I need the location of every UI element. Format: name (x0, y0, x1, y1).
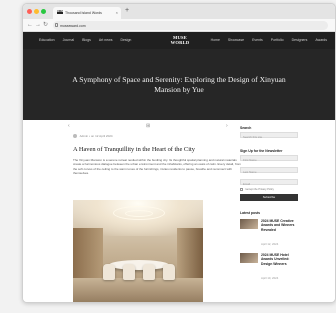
tab-title: Thousand Island Words (65, 11, 102, 15)
subscribe-button[interactable]: Subscribe (240, 194, 298, 202)
logo-line-2: WORLD (170, 40, 190, 45)
back-icon[interactable]: ← (27, 21, 33, 29)
grid-icon[interactable]: ⊞ (146, 123, 150, 129)
interior-photo (73, 200, 203, 302)
search-input[interactable]: Search this site (240, 132, 298, 139)
nav-link[interactable]: Awards (315, 38, 327, 42)
nav-link[interactable]: Blogs (82, 38, 91, 42)
reload-icon[interactable]: ↻ (43, 21, 48, 29)
chair (143, 264, 155, 280)
nav-link[interactable]: Design (120, 38, 131, 42)
nav-link[interactable]: Home (211, 38, 220, 42)
hero-banner: A Symphony of Space and Serenity: Explor… (23, 49, 335, 120)
floor (73, 278, 203, 302)
sidebar: Search Search this site Sign Up for the … (240, 126, 332, 283)
post-meta-text: Admin • on 12 April 2024 (79, 134, 113, 138)
consent-checkbox[interactable] (240, 188, 243, 191)
post-meta: Admin • on 12 April 2024 (73, 134, 113, 139)
forward-icon[interactable]: → (35, 21, 41, 29)
dining-table (109, 260, 169, 270)
maximize-window-button[interactable] (41, 9, 46, 14)
recent-post[interactable]: 2024 MUSE Creative Awards and Winners Re… (240, 219, 332, 249)
site-favicon: MUSE (57, 10, 65, 14)
minimize-window-button[interactable] (34, 9, 39, 14)
article-body: The Xinyuan Mansion is a serene retreat … (73, 158, 241, 175)
main-content: ‹ ⊞ › Admin • on 12 April 2024 A Haven o… (23, 120, 335, 302)
email-field[interactable]: Email (240, 179, 298, 186)
close-window-button[interactable] (27, 9, 32, 14)
recent-post-date: April 12, 2024 (261, 242, 279, 247)
newsletter-label: Sign Up for the Newsletter (240, 149, 283, 153)
recent-post-title[interactable]: 2024 MUSE Hotel Awards Unveiled: Design … (261, 253, 301, 266)
nav-link[interactable]: Journal (63, 38, 74, 42)
chair (163, 264, 175, 280)
url-text: museaward.com (60, 24, 86, 28)
url-field[interactable]: museaward.com (53, 21, 328, 30)
recent-post[interactable]: 2024 MUSE Hotel Awards Unveiled: Design … (240, 253, 332, 283)
author-avatar (73, 134, 77, 139)
lock-icon (55, 23, 58, 27)
site-logo[interactable]: MUSE WORLD (169, 35, 191, 45)
latest-posts-label: Latest posts (240, 211, 260, 216)
recent-post-thumbnail[interactable] (240, 253, 258, 264)
consent-label: I accept the Privacy Policy (244, 188, 274, 192)
nav-link[interactable]: Art news (99, 38, 113, 42)
nav-link[interactable]: Education (39, 38, 55, 42)
recent-post-thumbnail[interactable] (240, 219, 258, 230)
nav-right-links: Home Showcase Events Portfolio Designers… (211, 38, 327, 42)
site-navigation: Education Journal Blogs Art news Design … (23, 32, 335, 49)
browser-tab[interactable]: MUSE Thousand Island Words × (53, 7, 121, 19)
last-name-field[interactable]: Last Name (240, 167, 298, 174)
new-tab-button[interactable]: + (125, 7, 129, 15)
recent-post-date: April 10, 2024 (261, 276, 279, 281)
wall-left (73, 228, 103, 283)
nav-link[interactable]: Showcase (228, 38, 244, 42)
nav-left-links: Education Journal Blogs Art news Design (39, 38, 131, 42)
ceiling-ring (125, 210, 153, 217)
first-name-field[interactable]: First Name (240, 155, 298, 162)
wall-right (177, 228, 203, 283)
nav-link[interactable]: Portfolio (271, 38, 284, 42)
address-bar: ← → ↻ museaward.com (23, 19, 335, 32)
browser-window: MUSE Thousand Island Words × + ← → ↻ mus… (22, 3, 336, 303)
nav-link[interactable]: Events (252, 38, 263, 42)
page-title: A Symphony of Space and Serenity: Explor… (72, 75, 286, 94)
nav-link[interactable]: Designers (292, 38, 308, 42)
consent-row[interactable]: I accept the Privacy Policy (240, 188, 332, 191)
tab-bar: MUSE Thousand Island Words × + (23, 4, 335, 19)
search-label: Search (240, 126, 252, 130)
tab-close-icon[interactable]: × (116, 10, 118, 15)
post-navigation: ‹ ⊞ › (68, 123, 233, 129)
next-post-icon[interactable]: › (226, 123, 228, 129)
recent-post-title[interactable]: 2024 MUSE Creative Awards and Winners Re… (261, 219, 301, 232)
chair (103, 264, 115, 280)
article-heading: A Haven of Tranquillity in the Heart of … (73, 146, 195, 153)
chair (123, 264, 135, 280)
previous-post-icon[interactable]: ‹ (68, 123, 70, 129)
